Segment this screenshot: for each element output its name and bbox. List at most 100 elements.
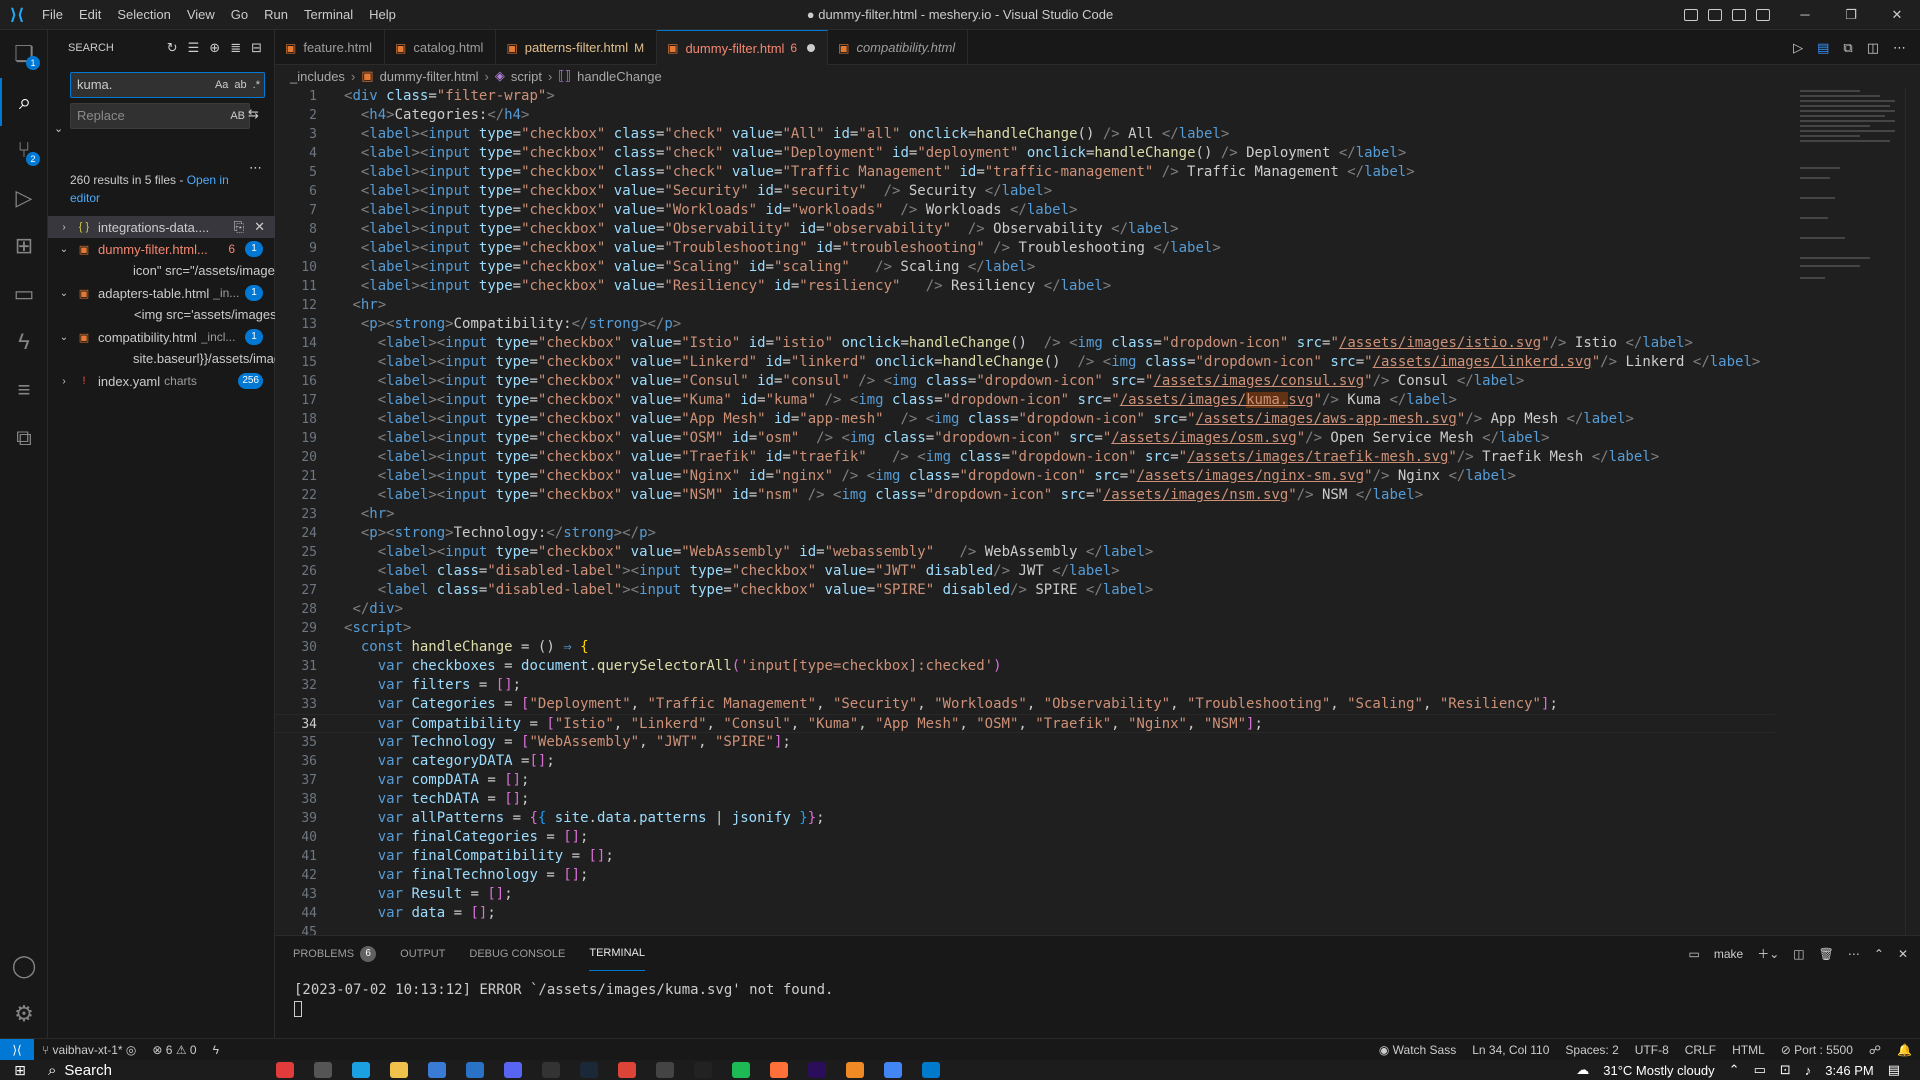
clear-results-icon[interactable]: ☰ bbox=[188, 40, 200, 56]
tab-patterns-filter[interactable]: ▣ patterns-filter.html M bbox=[496, 30, 658, 65]
editor-scrollbar[interactable] bbox=[1905, 87, 1919, 935]
manage-gear-icon[interactable]: ⚙ bbox=[0, 990, 48, 1038]
chrome-icon[interactable] bbox=[618, 1062, 636, 1078]
accounts-icon[interactable]: ◯ bbox=[0, 942, 48, 990]
menu-edit[interactable]: Edit bbox=[71, 0, 109, 30]
toggle-panel-icon[interactable] bbox=[1708, 9, 1722, 21]
mail-icon[interactable] bbox=[466, 1062, 484, 1078]
language-mode[interactable]: HTML bbox=[1724, 1043, 1773, 1057]
menu-file[interactable]: File bbox=[34, 0, 71, 30]
new-terminal-icon[interactable]: ＋⌄ bbox=[1757, 945, 1779, 962]
notification-center-icon[interactable]: ▤ bbox=[1888, 1062, 1900, 1078]
breadcrumb-element[interactable]: script bbox=[511, 69, 542, 84]
minimap[interactable] bbox=[1795, 87, 1905, 935]
feedback-icon[interactable]: ☍ bbox=[1861, 1043, 1889, 1057]
tab-dummy-filter[interactable]: ▣ dummy-filter.html 6 bbox=[657, 30, 829, 65]
dismiss-icon[interactable]: ✕ bbox=[254, 219, 265, 235]
run-icon[interactable]: ▷ bbox=[1793, 40, 1803, 56]
preserve-case-icon[interactable]: AB bbox=[230, 104, 245, 128]
menu-run[interactable]: Run bbox=[256, 0, 296, 30]
taskbar-search[interactable]: ⌕ Search bbox=[40, 1060, 240, 1080]
outline-list-icon[interactable]: ≡ bbox=[0, 366, 48, 414]
more-actions-icon[interactable]: ⋯ bbox=[1848, 947, 1860, 961]
more-actions-icon[interactable]: ⋯ bbox=[1893, 40, 1906, 56]
chevron-down-icon[interactable]: ⌄ bbox=[56, 244, 72, 255]
chevron-down-icon[interactable]: ⌄ bbox=[56, 332, 72, 343]
remote-indicator-icon[interactable]: ⟩⟨ bbox=[0, 1038, 34, 1061]
volume-icon[interactable]: ♪ bbox=[1805, 1063, 1812, 1078]
close-window-icon[interactable]: ✕ bbox=[1874, 0, 1920, 30]
replace-file-icon[interactable]: ⎘ bbox=[234, 219, 244, 235]
result-file-index-yaml[interactable]: › ! index.yaml charts 256 bbox=[48, 370, 275, 392]
vscode-taskbar-icon[interactable] bbox=[922, 1062, 940, 1078]
app-icon[interactable] bbox=[276, 1062, 294, 1078]
replace-input[interactable]: Replace AB bbox=[70, 103, 250, 129]
replace-all-icon[interactable]: ⇆ bbox=[248, 106, 259, 122]
test-explorer-icon[interactable]: ⧉ bbox=[0, 414, 48, 462]
tab-feature[interactable]: ▣ feature.html bbox=[275, 30, 385, 65]
view-as-tree-icon[interactable]: ≣ bbox=[230, 40, 241, 56]
toggle-replace-chevron-icon[interactable]: ⌄ bbox=[54, 122, 63, 135]
terminal-app-icon[interactable] bbox=[656, 1062, 674, 1078]
blender-icon[interactable] bbox=[846, 1062, 864, 1078]
search-match[interactable]: site.baseurl}}/assets/images/ku... bbox=[48, 348, 275, 370]
chevron-down-icon[interactable]: ⌄ bbox=[56, 288, 72, 299]
match-case-icon[interactable]: Aa bbox=[215, 73, 228, 97]
chevron-right-icon[interactable]: › bbox=[56, 222, 72, 233]
breadcrumb-file[interactable]: dummy-filter.html bbox=[380, 69, 479, 84]
search-match[interactable]: icon" src="/assets/images/ku... bbox=[48, 260, 275, 282]
result-file-compatibility[interactable]: ⌄ ▣ compatibility.html _incl... 1 bbox=[48, 326, 275, 348]
restore-icon[interactable]: ❐ bbox=[1828, 0, 1874, 30]
toggle-secondary-sidebar-icon[interactable] bbox=[1732, 9, 1746, 21]
result-file-dummy-filter[interactable]: ⌄ ▣ dummy-filter.html... 6 1 bbox=[48, 238, 275, 260]
spotify-icon[interactable] bbox=[732, 1062, 750, 1078]
maximize-panel-chevron-up-icon[interactable]: ⌃ bbox=[1874, 947, 1884, 961]
explorer-icon[interactable]: ❏ 1 bbox=[0, 30, 48, 78]
kill-terminal-trash-icon[interactable]: 🗑 bbox=[1819, 947, 1834, 961]
indentation[interactable]: Spaces: 2 bbox=[1557, 1043, 1626, 1057]
open-preview-icon[interactable]: ⧉ bbox=[1843, 40, 1852, 56]
menu-go[interactable]: Go bbox=[223, 0, 256, 30]
notion-icon[interactable] bbox=[542, 1062, 560, 1078]
code-editor[interactable]: 1 <div class="filter-wrap"> 2 <h4>Categor… bbox=[275, 87, 1920, 935]
search-input[interactable]: kuma. Aa ab .* bbox=[70, 72, 265, 98]
weather-text[interactable]: 31°C Mostly cloudy bbox=[1603, 1063, 1714, 1078]
obs-icon[interactable] bbox=[694, 1062, 712, 1078]
windows-start-icon[interactable]: ⊞ bbox=[0, 1062, 40, 1079]
refresh-icon[interactable]: ↻ bbox=[167, 40, 178, 56]
edge-browser-icon[interactable] bbox=[352, 1062, 370, 1078]
remote-explorer-icon[interactable]: ▭ bbox=[0, 270, 48, 318]
lightning-icon[interactable]: ϟ bbox=[205, 1043, 227, 1057]
tab-terminal[interactable]: TERMINAL bbox=[589, 936, 645, 971]
collapse-all-icon[interactable]: ⊟ bbox=[251, 40, 262, 56]
split-terminal-icon[interactable]: ◫ bbox=[1793, 947, 1804, 961]
git-branch[interactable]: ⑂ vaibhav-xt-1* ◎ bbox=[34, 1043, 144, 1057]
premiere-pro-icon[interactable] bbox=[808, 1062, 826, 1078]
terminal-name[interactable]: make bbox=[1714, 947, 1743, 961]
firefox-icon[interactable] bbox=[770, 1062, 788, 1078]
terminal-output[interactable]: [2023-07-02 10:13:12] ERROR `/assets/ima… bbox=[294, 981, 833, 1019]
problems-status[interactable]: ⊗ 6 ⚠ 0 bbox=[144, 1043, 204, 1057]
close-panel-icon[interactable]: ✕ bbox=[1898, 947, 1908, 961]
cursor-position[interactable]: Ln 34, Col 110 bbox=[1464, 1043, 1557, 1057]
chevron-right-icon[interactable]: › bbox=[56, 376, 72, 387]
run-debug-icon[interactable]: ▷ bbox=[0, 174, 48, 222]
clock[interactable]: 3:46 PM bbox=[1825, 1063, 1873, 1078]
result-file-integrations-data[interactable]: › { } integrations-data.... ⎘ ✕ bbox=[48, 216, 275, 238]
network-icon[interactable]: ⊡ bbox=[1780, 1062, 1791, 1078]
result-file-adapters-table[interactable]: ⌄ ▣ adapters-table.html _in... 1 bbox=[48, 282, 275, 304]
extensions-icon[interactable]: ⊞ bbox=[0, 222, 48, 270]
source-control-icon[interactable]: ⑂ 2 bbox=[0, 126, 48, 174]
thunder-client-icon[interactable]: ϟ bbox=[0, 318, 48, 366]
minimize-icon[interactable]: ─ bbox=[1782, 0, 1828, 30]
notifications-bell-icon[interactable]: 🔔 bbox=[1889, 1043, 1920, 1057]
task-view-icon[interactable] bbox=[314, 1062, 332, 1078]
tab-catalog[interactable]: ▣ catalog.html bbox=[385, 30, 497, 65]
tab-output[interactable]: OUTPUT bbox=[400, 936, 445, 971]
customize-layout-icon[interactable] bbox=[1756, 9, 1770, 21]
menu-terminal[interactable]: Terminal bbox=[296, 0, 361, 30]
toggle-primary-sidebar-icon[interactable] bbox=[1684, 9, 1698, 21]
live-server-port[interactable]: ⊘ Port : 5500 bbox=[1773, 1043, 1861, 1057]
split-editor-icon[interactable]: ◫ bbox=[1867, 40, 1879, 56]
encoding[interactable]: UTF-8 bbox=[1627, 1043, 1677, 1057]
